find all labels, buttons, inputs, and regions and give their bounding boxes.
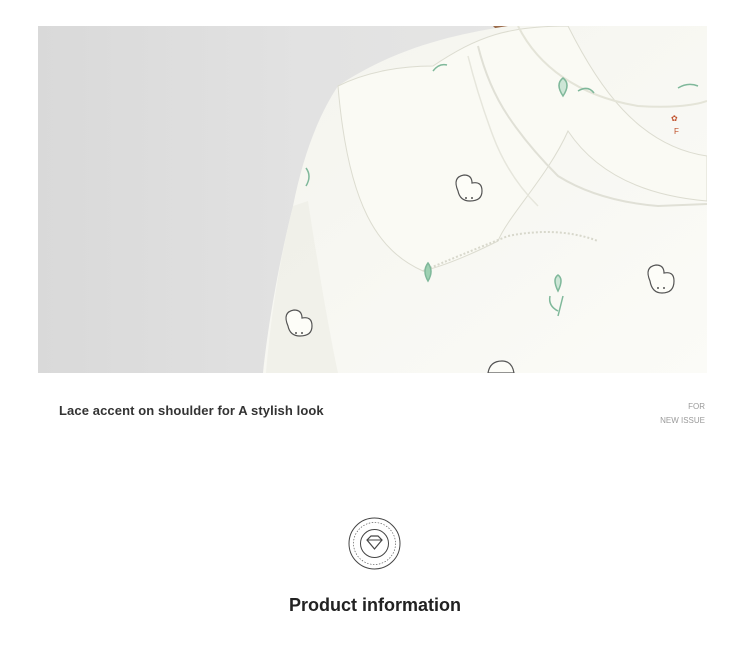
- new-issue-tag: FOR NEW ISSUE: [660, 400, 705, 428]
- feature-caption: Lace accent on shoulder for A stylish lo…: [59, 403, 324, 418]
- diamond-badge-icon: [348, 517, 401, 570]
- blouse-illustration: ✿ F: [263, 26, 707, 373]
- svg-text:F: F: [674, 127, 679, 136]
- section-title: Product information: [289, 595, 461, 615]
- tag-line-1: FOR: [688, 402, 705, 411]
- svg-text:✿: ✿: [671, 114, 678, 123]
- tag-line-2: NEW ISSUE: [660, 416, 705, 425]
- product-photo: ✿ F: [38, 26, 707, 373]
